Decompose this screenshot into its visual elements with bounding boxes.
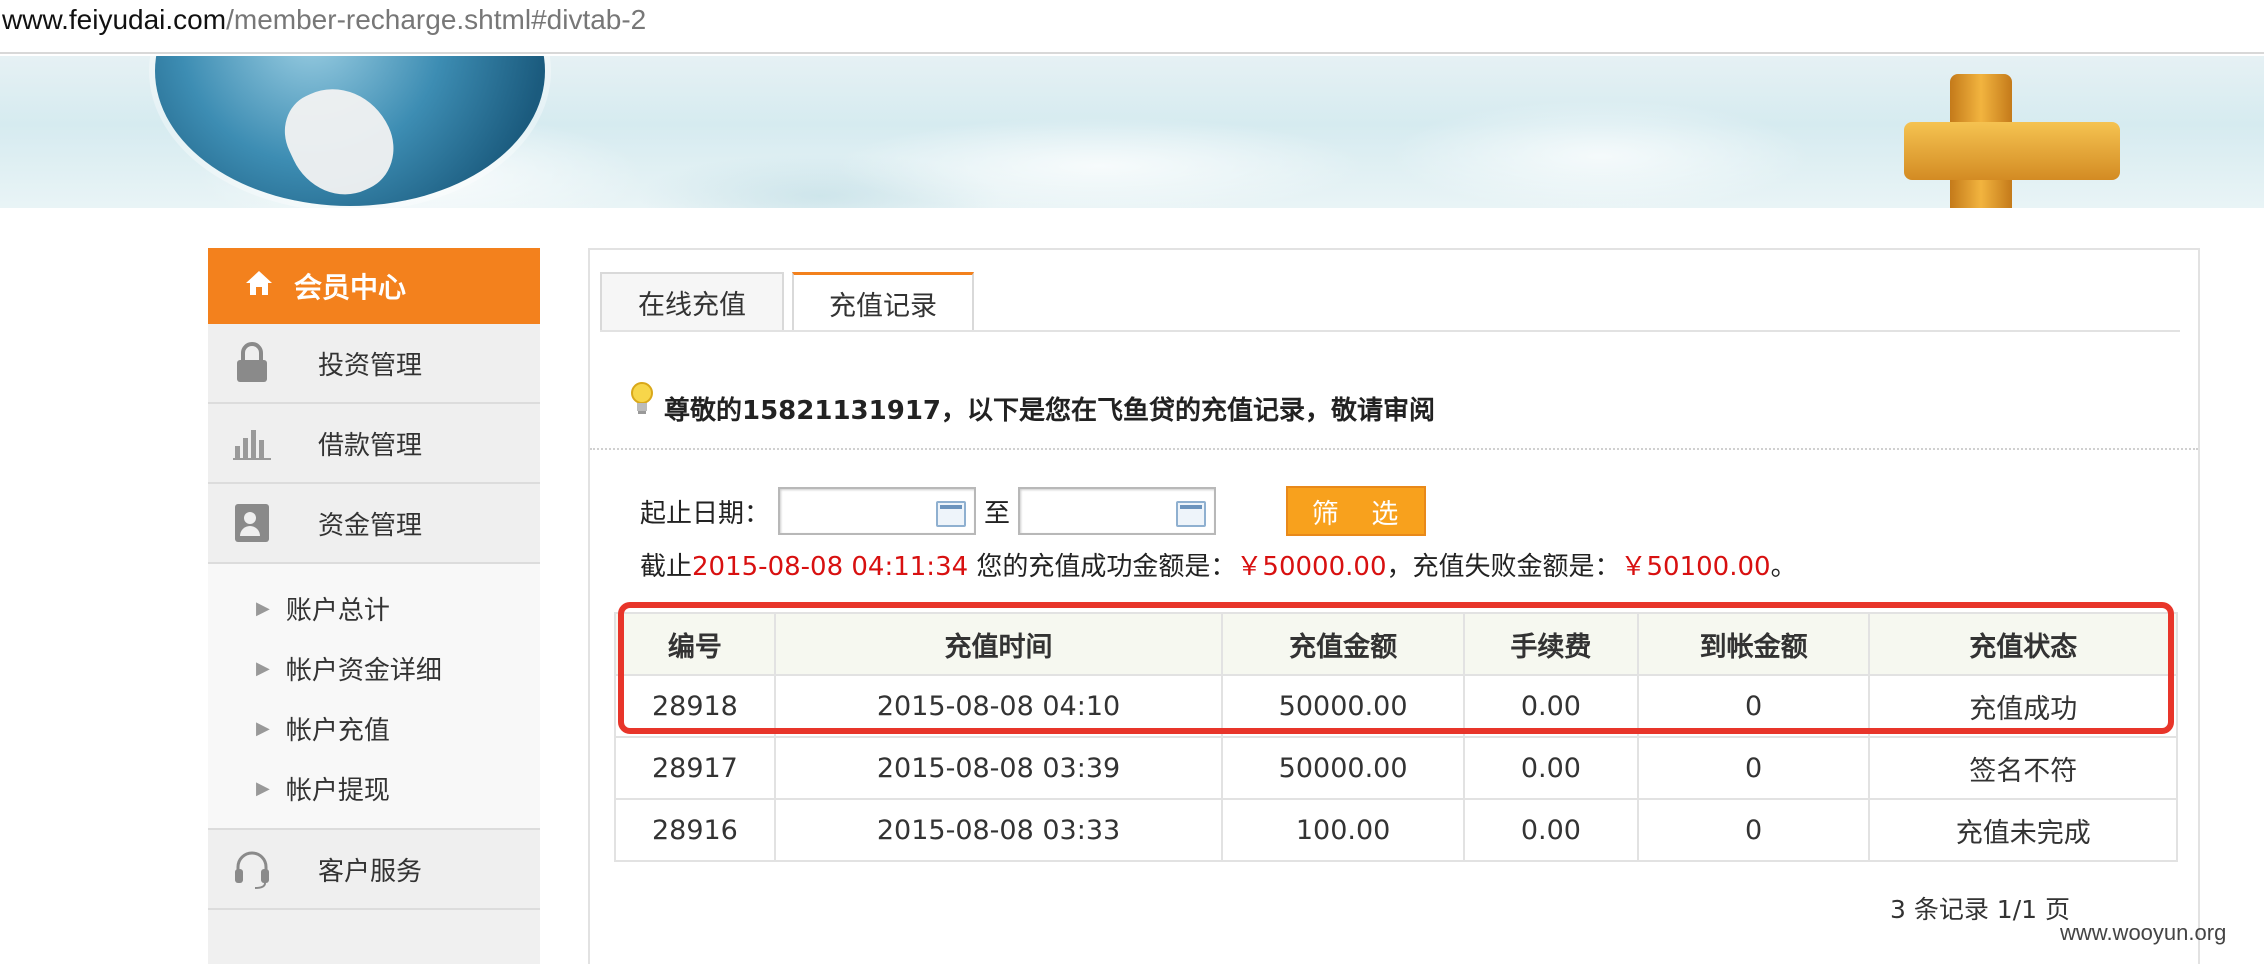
sidebar-subitem-withdraw[interactable]: ▶ 帐户提现: [208, 758, 540, 818]
tab-divider: [600, 330, 2180, 332]
sidebar-subitem-recharge[interactable]: ▶ 帐户充值: [208, 698, 540, 758]
date-filter: 起止日期： 至 筛 选: [640, 484, 1427, 538]
end-date-input[interactable]: [1018, 487, 1217, 535]
url-path: /member-recharge.shtml#divtab-2: [226, 4, 647, 35]
col-header-amount: 充值金额: [1221, 612, 1465, 676]
sidebar-header-label: 会员中心: [294, 271, 407, 304]
cell-time: 2015-08-08 03:39: [773, 736, 1224, 800]
cell-status: 签名不符: [1868, 736, 2178, 800]
calendar-icon[interactable]: [1176, 501, 1207, 527]
cell-status: 充值成功: [1868, 674, 2178, 738]
subitem-label: 帐户资金详细: [285, 655, 442, 686]
col-header-fee: 手续费: [1463, 612, 1639, 676]
sidebar-item-loans[interactable]: 借款管理: [208, 404, 540, 484]
subitem-label: 账户总计: [285, 595, 390, 626]
col-header-credited: 到帐金额: [1636, 612, 1871, 676]
cell-time: 2015-08-08 04:10: [773, 674, 1224, 738]
sidebar-item-investment[interactable]: 投资管理: [208, 324, 540, 404]
start-date-input[interactable]: [778, 487, 977, 535]
cell-amount: 100.00: [1221, 798, 1465, 862]
cell-fee: 0.00: [1463, 736, 1639, 800]
sidebar-subitem-fund-details[interactable]: ▶ 帐户资金详细: [208, 638, 540, 698]
cell-id: 28916: [614, 798, 776, 862]
table-row: 28918 2015-08-08 04:10 50000.00 0.00 0 充…: [614, 674, 2178, 738]
cell-credited: 0: [1636, 674, 1871, 738]
cell-credited: 0: [1636, 798, 1871, 862]
cell-id: 28918: [614, 674, 776, 738]
caret-right-icon: ▶: [256, 717, 270, 739]
headset-icon: [232, 847, 272, 891]
table-header-row: 编号 充值时间 充值金额 手续费 到帐金额 充值状态: [614, 612, 2178, 676]
bar-chart-icon: [232, 421, 272, 465]
subitem-label: 帐户充值: [285, 715, 390, 746]
home-icon: [244, 269, 274, 304]
cell-time: 2015-08-08 03:33: [773, 798, 1224, 862]
site-banner: [0, 56, 2264, 208]
dotted-divider: [590, 448, 2198, 450]
caret-right-icon: ▶: [256, 657, 270, 679]
cell-fee: 0.00: [1463, 798, 1639, 862]
col-header-id: 编号: [614, 612, 776, 676]
pagination-info: 3 条记录 1/1 页: [1890, 895, 2070, 924]
table-row: 28916 2015-08-08 03:33 100.00 0.00 0 充值未…: [614, 798, 2178, 862]
notice-message: 尊敬的15821131917，以下是您在飞鱼贷的充值记录，敬请审阅: [630, 381, 1435, 427]
success-amount: ￥50000.00: [1236, 552, 1387, 582]
cell-status: 充值未完成: [1868, 798, 2178, 862]
plus-graphic-horizontal: [1904, 122, 2120, 180]
sidebar-item-funds[interactable]: 资金管理: [208, 484, 540, 564]
watermark: www.wooyun.org: [2060, 920, 2227, 945]
cell-fee: 0.00: [1463, 674, 1639, 738]
cell-amount: 50000.00: [1221, 674, 1465, 738]
sidebar-item-label: 投资管理: [318, 350, 423, 381]
sidebar-subitem-account-total[interactable]: ▶ 账户总计: [208, 578, 540, 638]
content-panel: 在线充值 充值记录 尊敬的15821131917，以下是您在飞鱼贷的充值记录，敬…: [588, 248, 2200, 964]
tab-recharge-records[interactable]: 充值记录: [792, 272, 974, 332]
recharge-summary: 截止2015-08-08 04:11:34 您的充值成功金额是：￥50000.0…: [640, 546, 1797, 583]
lightbulb-icon: [630, 381, 654, 417]
summary-fail-label: ，充值失败金额是：: [1386, 552, 1621, 582]
sidebar-item-customer-service[interactable]: 客户服务: [208, 830, 540, 910]
summary-suffix: 。: [1770, 552, 1797, 582]
cell-credited: 0: [1636, 736, 1871, 800]
subitem-label: 帐户提现: [285, 775, 390, 806]
calendar-icon[interactable]: [936, 501, 967, 527]
tab-online-recharge[interactable]: 在线充值: [600, 272, 784, 330]
cell-id: 28917: [614, 736, 776, 800]
caret-right-icon: ▶: [256, 777, 270, 799]
fail-amount: ￥50100.00: [1620, 552, 1771, 582]
summary-success-label: 您的充值成功金额是：: [968, 552, 1237, 582]
table-row: 28917 2015-08-08 03:39 50000.00 0.00 0 签…: [614, 736, 2178, 800]
summary-timestamp: 2015-08-08 04:11:34: [692, 552, 969, 582]
recharge-records-table: 编号 充值时间 充值金额 手续费 到帐金额 充值状态 28918 2015-08…: [614, 612, 2178, 862]
url-host: www.feiyudai.com: [2, 4, 227, 35]
col-header-time: 充值时间: [773, 612, 1224, 676]
address-bar[interactable]: www.feiyudai.com/member-recharge.shtml#d…: [0, 0, 2264, 54]
sidebar-item-label: 借款管理: [318, 430, 423, 461]
caret-right-icon: ▶: [256, 597, 270, 619]
user-card-icon: [232, 501, 272, 545]
lock-icon: [232, 341, 272, 385]
sidebar-item-label: 资金管理: [318, 510, 423, 541]
notice-text: 尊敬的15821131917，以下是您在飞鱼贷的充值记录，敬请审阅: [664, 396, 1435, 426]
date-range-label: 起止日期：: [640, 498, 771, 529]
member-sidebar: 会员中心 投资管理 借款管理 资金管理 ▶ 账户总计 ▶ 帐户资金详细 ▶ 帐户充值 …: [208, 248, 540, 964]
sidebar-submenu: ▶ 账户总计 ▶ 帐户资金详细 ▶ 帐户充值 ▶ 帐户提现: [208, 564, 540, 830]
filter-button[interactable]: 筛 选: [1286, 486, 1427, 536]
to-label: 至: [984, 498, 1011, 529]
summary-prefix: 截止: [640, 552, 693, 582]
sidebar-header[interactable]: 会员中心: [208, 248, 540, 324]
cell-amount: 50000.00: [1221, 736, 1465, 800]
sidebar-item-label: 客户服务: [318, 856, 423, 887]
col-header-status: 充值状态: [1868, 612, 2178, 676]
